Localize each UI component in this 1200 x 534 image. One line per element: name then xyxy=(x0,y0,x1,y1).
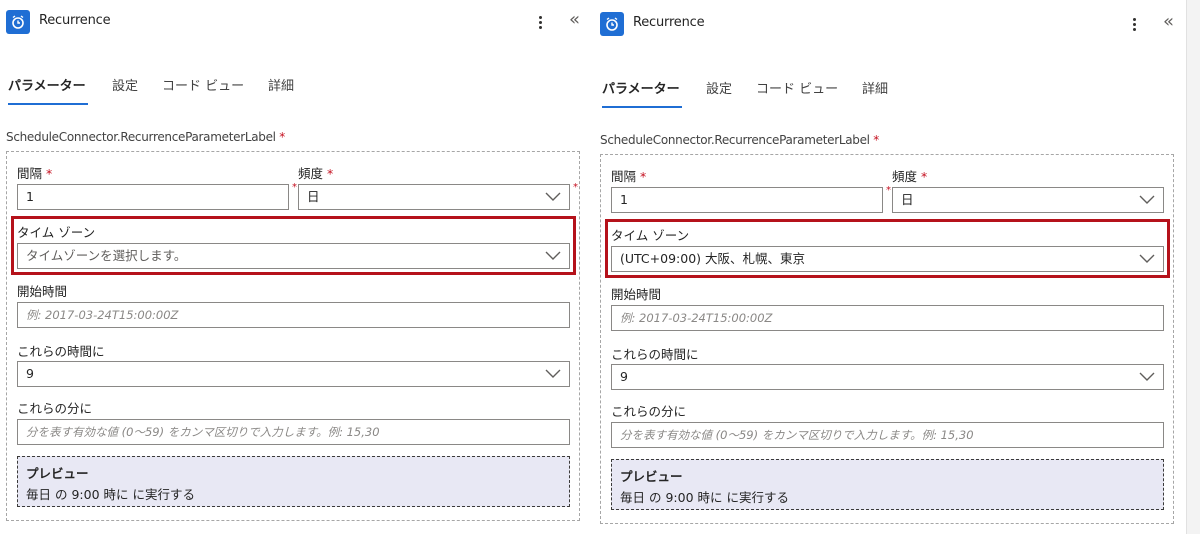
chevron-down-icon xyxy=(545,369,561,378)
required-mark: * xyxy=(573,182,578,193)
tab-settings[interactable]: 設定 xyxy=(112,75,138,94)
panel-header: Recurrence « xyxy=(600,11,1184,37)
frequency-select[interactable]: 日 xyxy=(298,184,570,210)
at-hours-select[interactable]: 9 xyxy=(17,361,570,387)
preview-text: 毎日 の 9:00 時に に実行する xyxy=(26,487,195,502)
required-mark: * xyxy=(46,166,53,181)
required-mark: * xyxy=(921,169,928,184)
vertical-scrollbar[interactable] xyxy=(1186,0,1200,534)
interval-label: 間隔 * xyxy=(611,166,646,185)
tab-details[interactable]: 詳細 xyxy=(268,75,294,94)
required-mark: * xyxy=(873,133,879,147)
chevron-down-icon xyxy=(545,192,561,201)
preview-title: プレビュー xyxy=(620,469,683,484)
chevron-down-icon xyxy=(1139,372,1155,381)
more-vertical-icon[interactable] xyxy=(1128,13,1140,35)
tab-settings[interactable]: 設定 xyxy=(706,78,732,97)
frequency-label: 頻度 * xyxy=(298,163,333,182)
interval-label-text: 間隔 xyxy=(611,169,637,184)
frequency-value: 日 xyxy=(901,192,914,207)
start-time-input[interactable]: 例: 2017-03-24T15:00:00Z xyxy=(17,302,570,328)
recurrence-panel-left: Recurrence « パラメーター 設定 コード ビュー 詳細 Schedu… xyxy=(0,0,592,534)
recurrence-fields-group: 間隔 * 1 * 頻度 * 日 * タイム ゾーン タイムゾーンを選択します。 … xyxy=(6,151,580,521)
at-hours-label: これらの時間に xyxy=(17,344,105,359)
at-minutes-label: これらの分に xyxy=(17,401,93,416)
interval-label: 間隔 * xyxy=(17,163,52,182)
tab-parameters[interactable]: パラメーター xyxy=(602,78,680,97)
preview-box: プレビュー 毎日 の 9:00 時に に実行する xyxy=(17,456,570,507)
chevron-down-icon xyxy=(1139,195,1155,204)
frequency-select[interactable]: 日 xyxy=(892,187,1164,213)
preview-title: プレビュー xyxy=(26,466,89,481)
at-hours-value: 9 xyxy=(620,369,628,384)
alarm-clock-icon xyxy=(600,12,624,36)
active-tab-indicator xyxy=(8,103,88,105)
frequency-value: 日 xyxy=(307,189,320,204)
at-hours-value: 9 xyxy=(26,366,34,381)
collapse-panel-icon[interactable]: « xyxy=(1163,11,1174,33)
panel-title: Recurrence xyxy=(39,13,111,28)
at-hours-label: これらの時間に xyxy=(611,347,699,362)
parameter-label-text: ScheduleConnector.RecurrenceParameterLab… xyxy=(600,133,870,147)
required-mark: * xyxy=(886,185,891,196)
active-tab-indicator xyxy=(602,106,682,108)
preview-box: プレビュー 毎日 の 9:00 時に に実行する xyxy=(611,459,1164,510)
frequency-label-text: 頻度 xyxy=(892,169,918,184)
interval-input[interactable]: 1 xyxy=(17,184,289,210)
parameter-label-text: ScheduleConnector.RecurrenceParameterLab… xyxy=(6,130,276,144)
at-minutes-input[interactable]: 分を表す有効な値 (0～59) をカンマ区切りで入力します。例: 15,30 xyxy=(17,419,570,445)
parameter-label: ScheduleConnector.RecurrenceParameterLab… xyxy=(600,133,879,147)
preview-text: 毎日 の 9:00 時に に実行する xyxy=(620,490,789,505)
frequency-label-text: 頻度 xyxy=(298,166,324,181)
interval-input[interactable]: 1 xyxy=(611,187,883,213)
required-mark: * xyxy=(327,166,334,181)
interval-label-text: 間隔 xyxy=(17,166,43,181)
parameter-label: ScheduleConnector.RecurrenceParameterLab… xyxy=(6,130,285,144)
tab-code-view[interactable]: コード ビュー xyxy=(162,75,244,94)
start-time-label: 開始時間 xyxy=(611,287,662,302)
start-time-label: 開始時間 xyxy=(17,284,68,299)
at-minutes-label: これらの分に xyxy=(611,404,687,419)
tab-details[interactable]: 詳細 xyxy=(862,78,888,97)
required-mark: * xyxy=(292,182,297,193)
more-vertical-icon[interactable] xyxy=(534,11,546,33)
at-hours-select[interactable]: 9 xyxy=(611,364,1164,390)
at-minutes-input[interactable]: 分を表す有効な値 (0～59) をカンマ区切りで入力します。例: 15,30 xyxy=(611,422,1164,448)
collapse-panel-icon[interactable]: « xyxy=(569,9,580,31)
recurrence-fields-group: 間隔 * 1 * 頻度 * 日 タイム ゾーン (UTC+09:00) 大阪、札… xyxy=(600,154,1174,524)
tab-parameters[interactable]: パラメーター xyxy=(8,75,86,94)
tab-code-view[interactable]: コード ビュー xyxy=(756,78,838,97)
frequency-label: 頻度 * xyxy=(892,166,927,185)
timezone-highlight-box xyxy=(11,216,576,275)
alarm-clock-icon xyxy=(6,10,30,34)
start-time-input[interactable]: 例: 2017-03-24T15:00:00Z xyxy=(611,305,1164,331)
required-mark: * xyxy=(640,169,647,184)
recurrence-panel-right: Recurrence « パラメーター 設定 コード ビュー 詳細 Schedu… xyxy=(594,0,1184,534)
panel-title: Recurrence xyxy=(633,15,705,30)
timezone-highlight-box xyxy=(605,219,1170,278)
panel-header: Recurrence « xyxy=(6,9,592,35)
required-mark: * xyxy=(279,130,285,144)
